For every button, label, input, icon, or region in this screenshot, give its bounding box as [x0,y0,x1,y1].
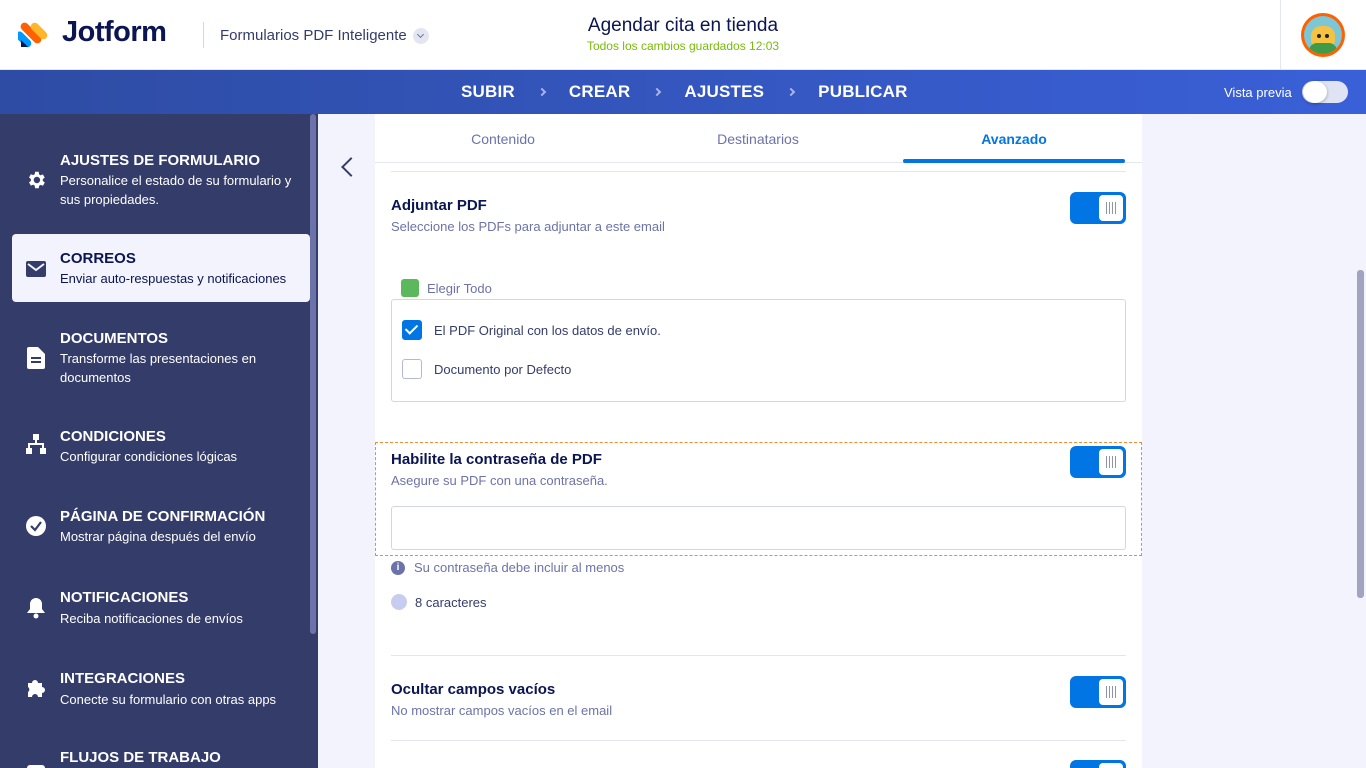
pdf-option-label: El PDF Original con los datos de envío. [434,322,661,338]
sidebar-item-title: PÁGINA DE CONFIRMACIÓN [60,508,266,525]
sidebar-item-desc: Enviar auto-respuestas y notificaciones [60,271,287,286]
avatar-cat-body [1309,43,1337,54]
pdf-password-title: Habilite la contraseña de PDF [391,451,602,468]
avatar-eye [1317,34,1321,38]
avatar[interactable] [1301,13,1345,57]
sitemap-icon [24,432,48,456]
attach-pdf-title: Adjuntar PDF [391,197,487,214]
preview-toggle[interactable] [1302,81,1348,103]
step-ajustes[interactable]: AJUSTES [684,82,764,102]
page-scrollbar[interactable] [1357,270,1364,598]
select-all-label: Elegir Todo [427,280,492,296]
toggle-knob [1099,449,1123,475]
sidebar-item-emails[interactable]: CORREOS Enviar auto-respuestas y notific… [12,234,310,302]
grip-icon [1106,686,1116,698]
password-requirement-text: 8 caracteres [415,594,487,610]
save-status: Todos los cambios guardados 12:03 [586,39,780,53]
avatar-eye [1325,34,1329,38]
select-all-checkbox[interactable] [401,279,419,297]
preview-toggle-knob [1303,81,1327,103]
sidebar-item-workflows[interactable]: FLUJOS DE TRABAJO [12,736,310,768]
sidebar-item-documents[interactable]: DOCUMENTOS Transforme las presentaciones… [12,318,310,394]
bell-icon [24,596,48,620]
hide-empty-toggle[interactable] [1070,676,1126,708]
sidebar-scrollbar[interactable] [310,114,316,634]
grip-icon [1106,202,1116,214]
active-tab-indicator [903,159,1125,163]
sidebar-item-form-settings[interactable]: AJUSTES DE FORMULARIO Personalice el est… [12,140,310,220]
step-subir[interactable]: SUBIR [461,82,515,102]
sidebar-item-desc: Mostrar página después del envío [60,529,256,544]
wizard-steps: SUBIR CREAR AJUSTES PUBLICAR [461,70,908,114]
settings-sidebar: AJUSTES DE FORMULARIO Personalice el est… [0,114,318,768]
workflow-icon [24,762,48,768]
sidebar-item-title: NOTIFICACIONES [60,589,189,606]
next-option-toggle[interactable] [1070,760,1126,768]
divider [391,171,1126,172]
info-icon: i [391,560,405,575]
password-hint: i Su contraseña debe incluir al menos [391,560,624,575]
sidebar-item-integrations[interactable]: INTEGRACIONES Conecte su formulario con … [12,656,310,712]
email-settings-panel: Contenido Destinatarios Avanzado Adjunta… [375,114,1142,768]
header-separator [1280,0,1281,70]
toggle-knob [1099,763,1123,768]
step-crear[interactable]: CREAR [569,82,630,102]
tab-destinatarios[interactable]: Destinatarios [647,131,869,147]
tab-contenido[interactable]: Contenido [392,131,614,147]
chevron-right-icon [786,87,796,97]
pdf-password-input[interactable] [391,506,1126,550]
sidebar-item-title: CONDICIONES [60,428,166,445]
toggle-knob [1099,679,1123,705]
envelope-icon [24,257,48,281]
sidebar-item-notifications[interactable]: NOTIFICACIONES Reciba notificaciones de … [12,576,310,632]
sidebar-item-title: INTEGRACIONES [60,670,186,687]
toggle-knob [1099,195,1123,221]
attach-pdf-desc: Seleccione los PDFs para adjuntar a este… [391,219,665,234]
checkbox-checked[interactable] [402,320,422,340]
sidebar-item-desc: Conecte su formulario con otras apps [60,692,277,707]
hide-empty-desc: No mostrar campos vacíos en el email [391,703,613,718]
sidebar-item-desc: Reciba notificaciones de envíos [60,611,243,626]
sidebar-item-title: DOCUMENTOS [60,330,169,347]
hide-empty-title: Ocultar campos vacíos [391,681,556,698]
document-icon [24,346,48,370]
pdf-option-label: Documento por Defecto [434,361,572,377]
sidebar-item-thank-you-page[interactable]: PÁGINA DE CONFIRMACIÓN Mostrar página de… [12,496,310,552]
chevron-right-icon [537,87,547,97]
form-title[interactable]: Agendar cita en tienda [0,15,1366,37]
tab-avanzado[interactable]: Avanzado [903,131,1125,147]
gear-icon [24,168,48,192]
sidebar-item-desc: Configurar condiciones lógicas [60,449,238,464]
requirement-status-icon [391,594,407,610]
top-header: Jotform Formularios PDF Inteligente Agen… [0,0,1366,70]
avatar-image [1304,16,1342,54]
select-all[interactable]: Elegir Todo [401,279,492,297]
puzzle-icon [24,676,48,700]
wizard-navbar: SUBIR CREAR AJUSTES PUBLICAR Vista previ… [0,70,1366,114]
divider [391,655,1126,656]
pdf-options-list: El PDF Original con los datos de envío. … [391,299,1126,402]
check-circle-icon [24,514,48,538]
sidebar-item-title: FLUJOS DE TRABAJO [60,749,221,766]
password-requirement: 8 caracteres [391,594,487,610]
pdf-option-original[interactable]: El PDF Original con los datos de envío. [402,320,661,340]
preview-label: Vista previa [1224,85,1292,100]
pdf-option-default-document[interactable]: Documento por Defecto [402,359,571,379]
tab-bar: Contenido Destinatarios Avanzado [375,114,1142,163]
password-hint-text: Su contraseña debe incluir al menos [414,560,625,575]
checkbox-unchecked[interactable] [402,359,422,379]
grip-icon [1106,456,1116,468]
sidebar-item-desc: Transforme las presentaciones en documen… [60,351,257,385]
sidebar-item-title: CORREOS [60,250,136,267]
sidebar-item-conditions[interactable]: CONDICIONES Configurar condiciones lógic… [12,416,310,472]
sidebar-item-title: AJUSTES DE FORMULARIO [60,152,261,169]
back-chevron-icon[interactable] [341,157,361,177]
attach-pdf-toggle[interactable] [1070,192,1126,224]
step-publicar[interactable]: PUBLICAR [818,82,907,102]
pdf-password-toggle[interactable] [1070,446,1126,478]
sidebar-item-desc: Personalice el estado de su formulario y… [60,173,292,207]
chevron-right-icon [653,87,662,97]
pdf-password-desc: Asegure su PDF con una contraseña. [391,473,608,488]
divider [391,740,1126,741]
